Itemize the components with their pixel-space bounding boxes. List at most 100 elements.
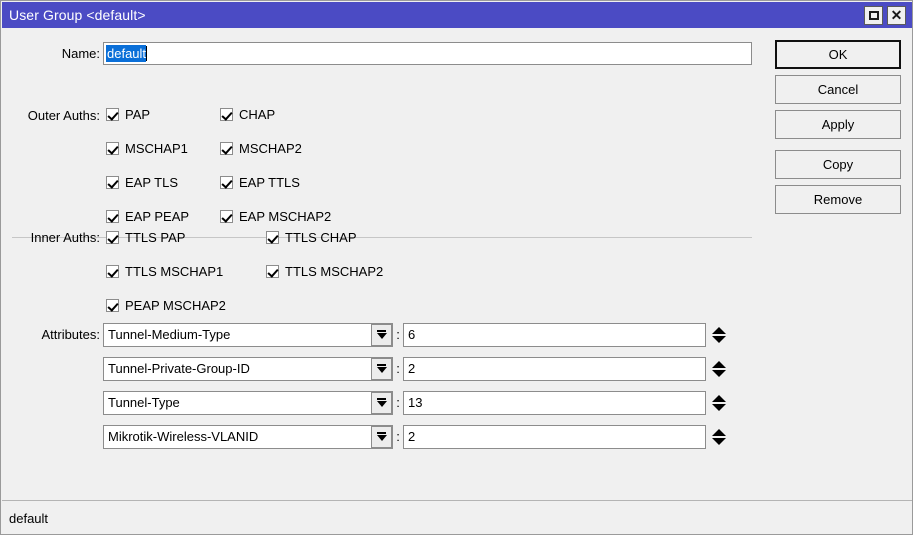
name-label: Name:: [61, 46, 100, 61]
arrow-down-icon: [712, 335, 726, 343]
attribute-row: Tunnel-Medium-Type : 6: [103, 322, 732, 347]
name-input[interactable]: default: [103, 42, 752, 65]
attribute-name-value: Tunnel-Private-Group-ID: [108, 361, 250, 376]
attribute-value-input[interactable]: 2: [403, 424, 706, 449]
checkbox-icon: [220, 176, 233, 189]
checkbox-outer-eap-mschap2[interactable]: EAP MSCHAP2: [220, 209, 331, 224]
attribute-value-input[interactable]: 13: [403, 390, 706, 415]
close-icon: ✕: [890, 7, 903, 23]
chevron-down-icon[interactable]: [371, 323, 392, 346]
checkbox-icon: [106, 299, 119, 312]
attribute-value-text: 2: [408, 361, 416, 376]
arrow-down-icon: [712, 437, 726, 445]
inner-auths-label: Inner Auths:: [30, 230, 100, 245]
attribute-name-value: Tunnel-Type: [108, 395, 180, 410]
checkbox-outer-pap[interactable]: PAP: [106, 107, 150, 122]
arrow-down-icon: [712, 369, 726, 377]
attribute-value-text: 13: [408, 395, 423, 410]
checkbox-outer-eap-peap[interactable]: EAP PEAP: [106, 209, 189, 224]
arrow-up-icon: [712, 394, 726, 402]
checkbox-icon: [220, 142, 233, 155]
checkbox-label: CHAP: [239, 107, 276, 122]
arrow-up-icon: [712, 326, 726, 334]
checkbox-label: PAP: [125, 107, 151, 122]
title-bar-buttons: ✕: [864, 5, 912, 25]
user-group-dialog: User Group <default> ✕ Name: default Out…: [0, 0, 913, 535]
attribute-separator: :: [396, 361, 400, 376]
chevron-down-icon[interactable]: [371, 357, 392, 380]
checkbox-outer-eap-tls[interactable]: EAP TLS: [106, 175, 178, 190]
attribute-name-select[interactable]: Tunnel-Private-Group-ID: [103, 356, 393, 381]
checkbox-outer-chap[interactable]: CHAP: [220, 107, 275, 122]
checkbox-icon: [220, 210, 233, 223]
checkbox-outer-eap-ttls[interactable]: EAP TTLS: [220, 175, 300, 190]
attribute-value-input[interactable]: 2: [403, 356, 706, 381]
copy-button[interactable]: Copy: [775, 150, 901, 179]
checkbox-icon: [266, 231, 279, 244]
attribute-separator: :: [396, 395, 400, 410]
checkbox-label: TTLS MSCHAP1: [125, 264, 224, 279]
checkbox-icon: [106, 176, 119, 189]
checkbox-outer-mschap2[interactable]: MSCHAP2: [220, 141, 302, 156]
checkbox-inner-ttls-mschap1[interactable]: TTLS MSCHAP1: [106, 264, 223, 279]
arrow-up-icon: [712, 360, 726, 368]
checkbox-label: TTLS MSCHAP2: [285, 264, 384, 279]
checkbox-icon: [106, 265, 119, 278]
attributes-label: Attributes:: [41, 327, 100, 342]
arrow-down-icon: [712, 403, 726, 411]
checkbox-label: MSCHAP1: [125, 141, 188, 156]
attribute-name-value: Tunnel-Medium-Type: [108, 327, 231, 342]
checkbox-inner-ttls-chap[interactable]: TTLS CHAP: [266, 230, 357, 245]
apply-button[interactable]: Apply: [775, 110, 901, 139]
status-bar: default: [2, 500, 912, 534]
checkbox-label: MSCHAP2: [239, 141, 302, 156]
checkbox-icon: [106, 108, 119, 121]
close-button[interactable]: ✕: [887, 5, 906, 25]
outer-auths-label: Outer Auths:: [27, 108, 100, 123]
checkbox-icon: [220, 108, 233, 121]
checkbox-label: EAP PEAP: [125, 209, 190, 224]
checkbox-icon: [266, 265, 279, 278]
checkbox-inner-ttls-pap[interactable]: TTLS PAP: [106, 230, 185, 245]
dialog-content: Name: default Outer Auths: PAP CHAP MSCH…: [2, 28, 912, 500]
attribute-value-stepper[interactable]: [706, 357, 732, 381]
attribute-value-stepper[interactable]: [706, 323, 732, 347]
arrow-up-icon: [712, 428, 726, 436]
attribute-name-select[interactable]: Tunnel-Medium-Type: [103, 322, 393, 347]
dialog-button-column: OK Cancel Apply Copy Remove: [775, 40, 901, 220]
attribute-name-value: Mikrotik-Wireless-VLANID: [108, 429, 259, 444]
attribute-value-text: 6: [408, 327, 416, 342]
checkbox-label: EAP TLS: [125, 175, 178, 190]
checkbox-label: EAP TTLS: [239, 175, 300, 190]
checkbox-label: EAP MSCHAP2: [239, 209, 332, 224]
attribute-name-select[interactable]: Mikrotik-Wireless-VLANID: [103, 424, 393, 449]
attribute-name-select[interactable]: Tunnel-Type: [103, 390, 393, 415]
checkbox-inner-peap-mschap2[interactable]: PEAP MSCHAP2: [106, 298, 226, 313]
attribute-value-text: 2: [408, 429, 416, 444]
status-text: default: [9, 510, 49, 526]
checkbox-label: PEAP MSCHAP2: [125, 298, 226, 313]
attribute-row: Tunnel-Private-Group-ID : 2: [103, 356, 732, 381]
attribute-value-stepper[interactable]: [706, 391, 732, 415]
attribute-separator: :: [396, 429, 400, 444]
attribute-row: Mikrotik-Wireless-VLANID : 2: [103, 424, 732, 449]
checkbox-icon: [106, 142, 119, 155]
checkbox-label: TTLS CHAP: [285, 230, 357, 245]
ok-button[interactable]: OK: [775, 40, 901, 69]
cancel-button[interactable]: Cancel: [775, 75, 901, 104]
attribute-separator: :: [396, 327, 400, 342]
checkbox-icon: [106, 210, 119, 223]
name-input-value: default: [106, 45, 147, 62]
chevron-down-icon[interactable]: [371, 425, 392, 448]
square-icon: [868, 10, 879, 20]
checkbox-label: TTLS PAP: [125, 230, 186, 245]
maximize-button[interactable]: [864, 5, 883, 25]
chevron-down-icon[interactable]: [371, 391, 392, 414]
attribute-value-input[interactable]: 6: [403, 322, 706, 347]
title-bar: User Group <default> ✕: [2, 2, 912, 28]
attribute-value-stepper[interactable]: [706, 425, 732, 449]
checkbox-inner-ttls-mschap2[interactable]: TTLS MSCHAP2: [266, 264, 383, 279]
remove-button[interactable]: Remove: [775, 185, 901, 214]
checkbox-outer-mschap1[interactable]: MSCHAP1: [106, 141, 188, 156]
checkbox-icon: [106, 231, 119, 244]
